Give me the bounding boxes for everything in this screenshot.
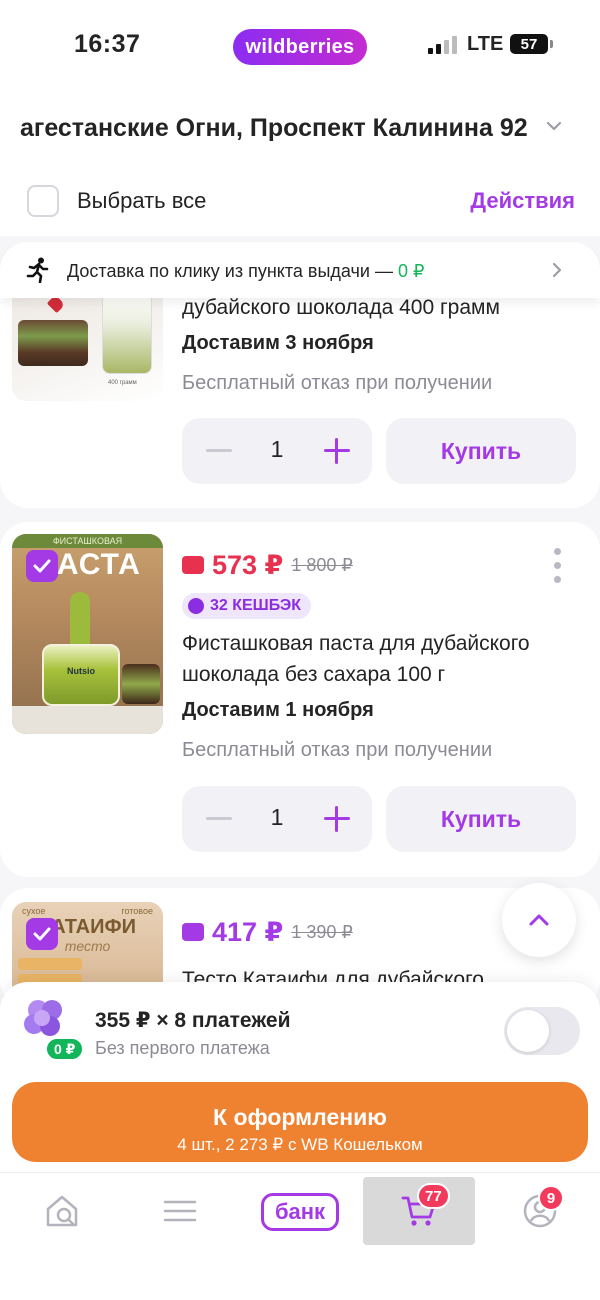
checkout-button[interactable]: К оформлению 4 шт., 2 273 ₽ с WB Кошельк… <box>12 1082 588 1162</box>
quantity-stepper: 1 <box>182 418 372 484</box>
item-checkbox[interactable] <box>26 550 58 582</box>
image-top-label: ФИСТАШКОВАЯ <box>12 534 163 548</box>
tab-home[interactable] <box>6 1177 118 1245</box>
select-all-label[interactable]: Выбрать все <box>77 188 206 214</box>
chocolate-bar-shape <box>18 320 88 366</box>
installment-title: 355 ₽ × 8 платежей <box>95 1009 291 1032</box>
battery-icon: 57 <box>510 34 553 54</box>
checkmark-icon <box>33 559 51 573</box>
delivery-banner[interactable]: Доставка по клику из пункта выдачи — 0 ₽ <box>0 242 600 298</box>
installment-toggle[interactable] <box>504 1007 580 1055</box>
jar-shape <box>102 292 152 374</box>
profile-badge: 9 <box>538 1185 564 1211</box>
image-brand: Nutsio <box>67 666 95 676</box>
delivery-banner-price: 0 ₽ <box>397 261 425 281</box>
more-options-icon[interactable] <box>552 548 562 584</box>
plate-shape <box>12 706 163 734</box>
checkmark-icon <box>33 927 51 941</box>
cashback-text: 32 КЕШБЭК <box>210 597 302 614</box>
wallet-icon <box>182 923 204 941</box>
increment-button[interactable] <box>324 806 350 832</box>
chevron-right-icon <box>552 262 562 278</box>
price: 573 ₽ <box>212 549 284 580</box>
cashback-icon <box>188 598 204 614</box>
tab-bank[interactable]: банк <box>261 1193 339 1231</box>
network-label: LTE <box>467 33 504 55</box>
price-row: 417 ₽ 1 390 ₽ <box>182 914 353 950</box>
delivery-banner-label: Доставка по клику из пункта выдачи — <box>67 261 398 281</box>
tab-profile[interactable]: 9 <box>484 1177 596 1245</box>
checkout-summary: 4 шт., 2 273 ₽ с WB Кошельком <box>177 1134 423 1154</box>
status-bar: 16:37 wildberries LTE 57 <box>0 0 600 92</box>
address-selector[interactable]: агестанские Огни, Проспект Калинина 92 <box>0 92 600 170</box>
delivery-date: Доставим 3 ноября <box>182 332 374 354</box>
product-image[interactable]: 400 грамм <box>12 282 163 401</box>
select-all-row: Выбрать все Действия <box>0 170 600 236</box>
home-search-icon <box>46 1195 78 1227</box>
cart-badge: 77 <box>417 1183 450 1209</box>
refusal-note: Бесплатный отказ при получении <box>182 372 493 394</box>
tab-catalog[interactable] <box>124 1177 236 1245</box>
scroll-to-top-button[interactable] <box>502 883 576 957</box>
cart-item-card: ФИСТАШКОВАЯ ПАСТА Nutsio 573 ₽ 1 800 ₽ 3… <box>0 522 600 877</box>
image-top-left: сухое <box>22 906 46 916</box>
status-time: 16:37 <box>74 30 141 58</box>
bottom-nav: банк 77 9 <box>0 1172 600 1300</box>
chevron-down-icon[interactable] <box>546 118 562 134</box>
chevron-up-icon <box>529 914 549 926</box>
buy-button[interactable]: Купить <box>386 786 576 852</box>
refusal-note: Бесплатный отказ при получении <box>182 739 493 761</box>
increment-button[interactable] <box>324 438 350 464</box>
old-price: 1 390 ₽ <box>291 921 353 942</box>
installment-subtitle: Без первого платежа <box>95 1038 270 1058</box>
product-title-line2[interactable]: шоколада без сахара 100 г <box>182 659 572 690</box>
image-caption: 400 грамм <box>108 380 137 386</box>
delivery-date: Доставим 1 ноября <box>182 699 374 721</box>
old-price: 1 800 ₽ <box>291 554 353 575</box>
select-all-checkbox[interactable] <box>27 185 59 217</box>
quantity-stepper: 1 <box>182 786 372 852</box>
image-top-right: готовое <box>121 906 153 916</box>
signal-icon <box>428 36 458 54</box>
chocolate-piece-shape <box>122 664 160 704</box>
catalog-icon <box>163 1200 197 1222</box>
address-text[interactable]: агестанские Огни, Проспект Калинина 92 <box>20 114 528 143</box>
checkout-label: К оформлению <box>213 1103 387 1130</box>
image-tag-shape <box>18 958 82 970</box>
installment-badge: 0 ₽ <box>45 1037 85 1061</box>
cashback-badge: 32 КЕШБЭК <box>182 593 312 619</box>
wallet-icon <box>182 556 204 574</box>
brand-logo[interactable]: wildberries <box>233 29 367 65</box>
item-checkbox[interactable] <box>26 918 58 950</box>
running-person-icon <box>26 257 49 283</box>
price-row: 573 ₽ 1 800 ₽ <box>182 547 353 583</box>
delivery-banner-text: Доставка по клику из пункта выдачи — 0 ₽ <box>67 261 424 282</box>
tab-cart[interactable]: 77 <box>363 1177 475 1245</box>
buy-button[interactable]: Купить <box>386 418 576 484</box>
actions-button[interactable]: Действия <box>470 188 575 214</box>
checkout-area: К оформлению 4 шт., 2 273 ₽ с WB Кошельк… <box>0 1080 600 1172</box>
installment-panel: 0 ₽ 355 ₽ × 8 платежей Без первого плате… <box>0 982 600 1080</box>
price: 417 ₽ <box>212 916 284 947</box>
product-title-line1[interactable]: Фисташковая паста для дубайского <box>182 628 572 659</box>
